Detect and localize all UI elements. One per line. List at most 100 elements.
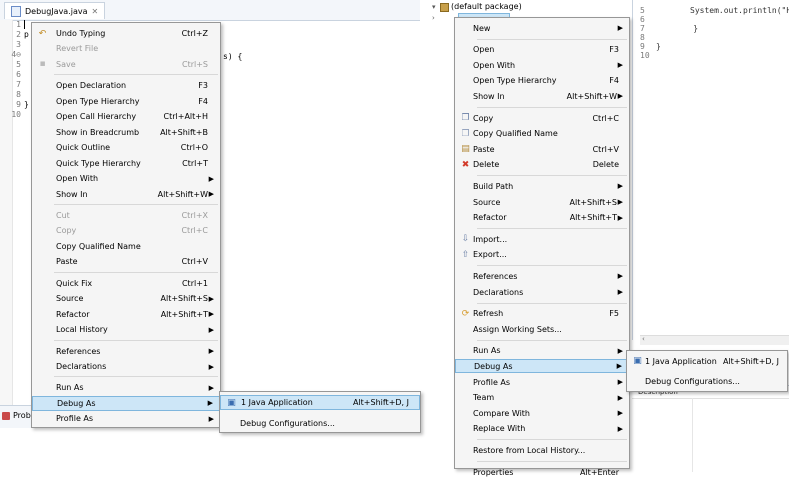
menu-item-show-in[interactable]: Show In Alt+Shift+W ▶ xyxy=(455,89,629,103)
menu-item-run-as[interactable]: Run As ▶ xyxy=(32,380,220,395)
menu-item-debug-configurations[interactable]: Debug Configurations... xyxy=(220,416,420,431)
menu-separator xyxy=(477,265,627,267)
menu-item-label: Local History xyxy=(56,325,108,335)
menu-item-compare-with[interactable]: Compare With ▶ xyxy=(455,406,629,420)
menu-item-label: Cut xyxy=(56,210,70,220)
menu-item-quick-fix[interactable]: Quick Fix Ctrl+1 xyxy=(32,276,220,291)
menu-separator xyxy=(54,339,218,341)
menu-item-new[interactable]: New ▶ xyxy=(455,21,629,35)
menu-item-delete[interactable]: ✖ Delete Delete xyxy=(455,158,629,172)
menu-item-paste[interactable]: ▤ Paste Ctrl+V xyxy=(455,142,629,156)
menu-separator xyxy=(477,302,627,304)
menu-item-build-path[interactable]: Build Path ▶ xyxy=(455,179,629,193)
menu-item-debug-as[interactable]: Debug As ▶ xyxy=(455,359,629,374)
menu-item-open-declaration[interactable]: Open Declaration F3 xyxy=(32,78,220,93)
menu-item-export[interactable]: ⇧ Export... xyxy=(455,248,629,262)
code-area[interactable]: p xyxy=(24,20,29,40)
expand-arrow-icon[interactable]: › xyxy=(432,14,435,22)
menu-item-team[interactable]: Team ▶ xyxy=(455,391,629,405)
menu-item-show-in-breadcrumb[interactable]: Show in Breadcrumb Alt+Shift+B xyxy=(32,125,220,140)
menu-separator xyxy=(477,175,627,177)
menu-item-refresh[interactable]: ⟳ Refresh F5 xyxy=(455,307,629,321)
menu-item-copy[interactable]: ❐ Copy Ctrl+C xyxy=(455,111,629,125)
menu-item-open-with[interactable]: Open With ▶ xyxy=(455,58,629,72)
menu-item-open-with[interactable]: Open With ▶ xyxy=(32,171,220,186)
menu-item-label: Run As xyxy=(56,383,84,393)
menu-item-label: Compare With xyxy=(473,408,530,418)
menu-item-show-in[interactable]: Show In Alt+Shift+W ▶ xyxy=(32,187,220,202)
menu-item-local-history[interactable]: Local History ▶ xyxy=(32,322,220,337)
menu-item-replace-with[interactable]: Replace With ▶ xyxy=(455,422,629,436)
menu-item-revert-file[interactable]: Revert File xyxy=(32,41,220,56)
menu-item-source[interactable]: Source Alt+Shift+S ▶ xyxy=(455,195,629,209)
menu-item-undo-typing[interactable]: ↶ Undo Typing Ctrl+Z xyxy=(32,26,220,41)
menu-item-label: Debug As xyxy=(474,361,513,371)
horizontal-scrollbar[interactable]: ‹ xyxy=(640,335,789,345)
menu-item-run-as[interactable]: Run As ▶ xyxy=(455,344,629,358)
menu-item-label: New xyxy=(473,23,491,33)
menu-item-1-java-application[interactable]: ▣ 1 Java Application Alt+Shift+D, J xyxy=(627,354,787,368)
menu-item-label: Copy Qualified Name xyxy=(56,241,141,251)
menu-item-debug-configurations[interactable]: Debug Configurations... xyxy=(627,374,787,388)
menu-item-label: Source xyxy=(473,197,501,207)
debug-as-submenu: ▣ 1 Java Application Alt+Shift+D, J Debug C… xyxy=(626,350,788,392)
menu-item-quick-outline[interactable]: Quick Outline Ctrl+O xyxy=(32,140,220,155)
menu-item-copy-qualified-name[interactable]: ❐ Copy Qualified Name xyxy=(455,127,629,141)
problems-tab[interactable]: Prob xyxy=(2,411,31,420)
menu-item-open-call-hierarchy[interactable]: Open Call Hierarchy Ctrl+Alt+H xyxy=(32,109,220,124)
menu-item-profile-as[interactable]: Profile As ▶ xyxy=(455,375,629,389)
code-fragment: s) { xyxy=(223,52,243,61)
menu-item-refactor[interactable]: Refactor Alt+Shift+T ▶ xyxy=(455,211,629,225)
package-label[interactable]: (default package) xyxy=(451,2,522,11)
menu-item-shortcut: F3 xyxy=(198,81,208,91)
submenu-arrow-icon: ▶ xyxy=(617,378,623,386)
menu-item-paste[interactable]: Paste Ctrl+V xyxy=(32,254,220,269)
menu-item-shortcut: Alt+Shift+B xyxy=(160,127,208,137)
menu-item-declarations[interactable]: Declarations ▶ xyxy=(455,285,629,299)
menu-item-restore-from-local-history[interactable]: Restore from Local History... xyxy=(455,443,629,457)
menu-item-label: References xyxy=(473,271,518,281)
menu-item-label: Copy Qualified Name xyxy=(473,129,558,139)
menu-item-source[interactable]: Source Alt+Shift+S ▶ xyxy=(32,291,220,306)
package-icon xyxy=(440,3,449,12)
menu-item-label: Paste xyxy=(56,257,78,267)
expand-arrow-icon[interactable]: ▾ xyxy=(432,3,436,11)
scroll-left-icon[interactable]: ‹ xyxy=(642,335,645,343)
menu-item-open-type-hierarchy[interactable]: Open Type Hierarchy F4 xyxy=(32,94,220,109)
menu-separator xyxy=(477,228,627,230)
menu-item-quick-type-hierarchy[interactable]: Quick Type Hierarchy Ctrl+T xyxy=(32,156,220,171)
menu-item-shortcut: Alt+Shift+S xyxy=(160,294,209,304)
menu-item-profile-as[interactable]: Profile As ▶ xyxy=(32,411,220,426)
problems-tab-label: Prob xyxy=(13,411,31,420)
menu-item-import[interactable]: ⇩ Import... xyxy=(455,232,629,246)
menu-item-save[interactable]: ▪ Save Ctrl+S xyxy=(32,57,220,72)
menu-item-properties[interactable]: Properties Alt+Enter xyxy=(455,465,629,479)
text-cursor xyxy=(24,20,25,29)
menu-item-references[interactable]: References ▶ xyxy=(455,269,629,283)
menu-item-copy-qualified-name[interactable]: Copy Qualified Name xyxy=(32,239,220,254)
menu-item-declarations[interactable]: Declarations ▶ xyxy=(32,359,220,374)
menu-item-1-java-application[interactable]: ▣ 1 Java Application Alt+Shift+D, J xyxy=(220,395,420,410)
menu-item-cut[interactable]: Cut Ctrl+X xyxy=(32,208,220,223)
menu-item-label: Copy xyxy=(56,226,77,236)
submenu-arrow-icon: ▶ xyxy=(617,409,623,418)
right-code-area[interactable]: System.out.println("Hello } } xyxy=(656,6,789,51)
close-icon[interactable]: ✕ xyxy=(92,7,99,16)
menu-item-shortcut: Alt+Shift+D, J xyxy=(722,356,779,366)
editor-tab[interactable]: DebugJava.java ✕ xyxy=(4,2,106,19)
menu-item-assign-working-sets[interactable]: Assign Working Sets... xyxy=(455,322,629,336)
menu-item-refactor[interactable]: Refactor Alt+Shift+T ▶ xyxy=(32,307,220,322)
menu-item-open[interactable]: Open F3 xyxy=(455,43,629,57)
menu-item-open-type-hierarchy[interactable]: Open Type Hierarchy F4 xyxy=(455,74,629,88)
menu-item-references[interactable]: References ▶ xyxy=(32,344,220,359)
menu-item-shortcut: F4 xyxy=(609,76,619,86)
submenu-arrow-icon: ▶ xyxy=(617,213,623,222)
menu-item-label: Revert File xyxy=(56,44,99,54)
submenu-arrow-icon: ▶ xyxy=(208,325,214,334)
line-number: 4⊖ xyxy=(11,50,21,59)
menu-item-label: Build Path xyxy=(473,181,514,191)
menu-item-debug-as[interactable]: Debug As ▶ xyxy=(32,395,220,411)
menu-item-label: Declarations xyxy=(473,287,524,297)
menu-item-copy[interactable]: Copy Ctrl+C xyxy=(32,223,220,238)
undo-icon: ↶ xyxy=(38,28,47,39)
